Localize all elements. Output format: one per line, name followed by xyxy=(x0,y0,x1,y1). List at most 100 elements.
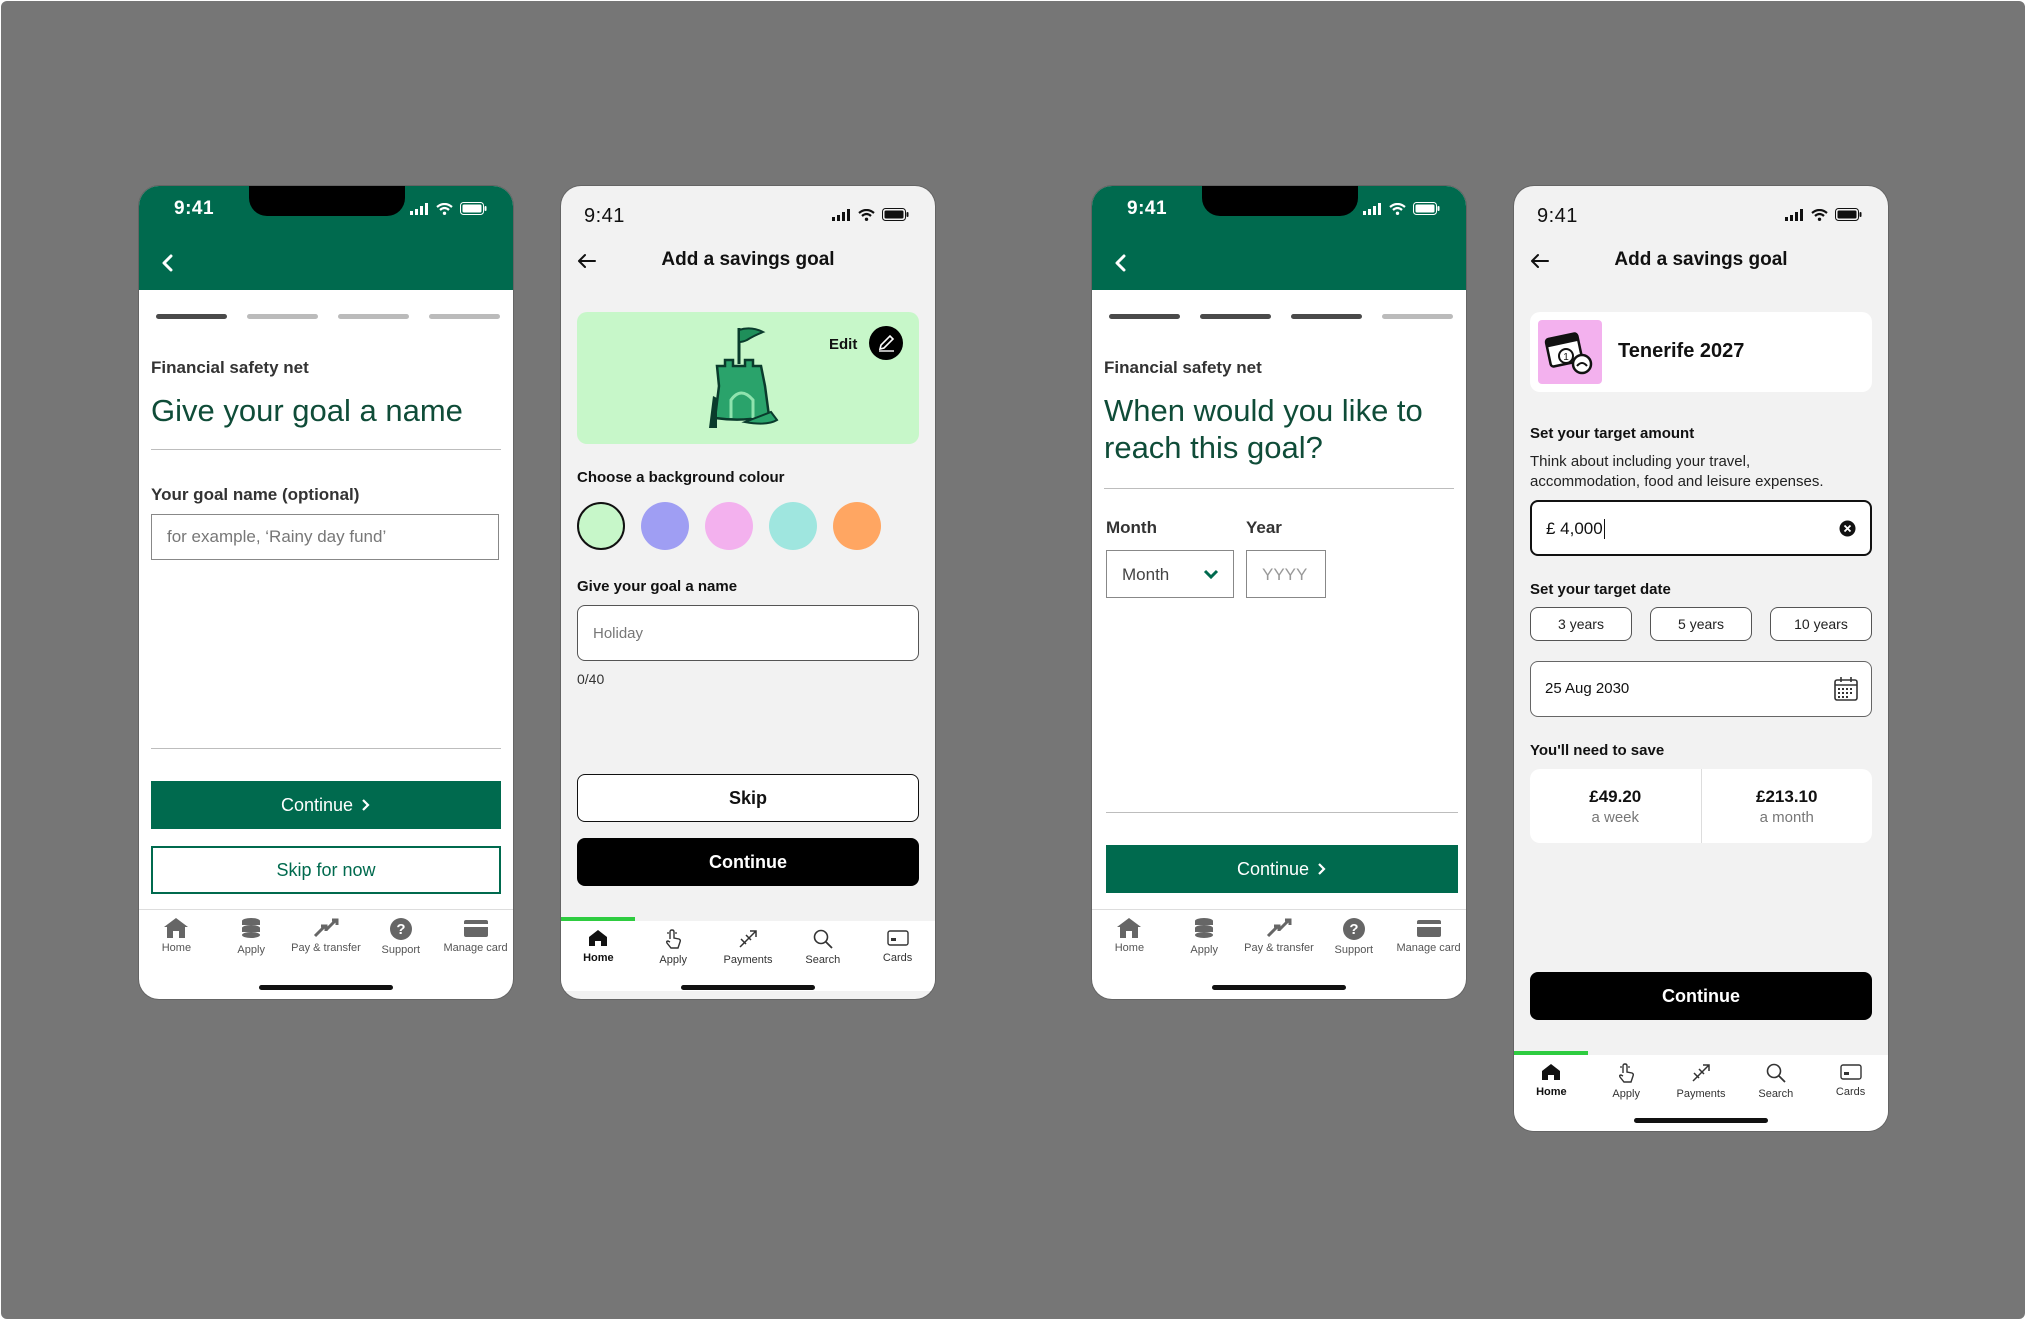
colour-swatch-green[interactable] xyxy=(577,502,625,550)
goal-name-label: Your goal name (optional) xyxy=(151,485,360,504)
goal-name-input[interactable]: Holiday xyxy=(577,605,919,661)
back-chevron-icon[interactable] xyxy=(1106,248,1136,278)
tab-bar: Home Apply Pay & transfer ? Support Mana… xyxy=(1092,909,1466,970)
wifi-icon xyxy=(1811,209,1828,221)
home-indicator xyxy=(681,985,815,990)
edit-pencil-icon[interactable] xyxy=(869,326,903,360)
tab-home[interactable]: Home xyxy=(1092,910,1167,970)
screen-goal-name: 9:41 Financial safety net Give your goal… xyxy=(139,186,513,999)
tab-label: Payments xyxy=(1676,1088,1726,1100)
clear-input-icon[interactable] xyxy=(1839,520,1856,537)
transfer-arrows-icon xyxy=(1266,918,1292,938)
tab-label: Home xyxy=(1536,1086,1567,1098)
weekly-saving: £49.20 a week xyxy=(1530,769,1702,843)
chip-10-years[interactable]: 10 years xyxy=(1770,607,1872,641)
year-input[interactable]: YYYY xyxy=(1246,550,1326,598)
chevron-right-icon xyxy=(362,799,370,811)
target-amount-hint: Think about including your travel, accom… xyxy=(1530,453,1824,490)
choose-colour-label: Choose a background colour xyxy=(577,469,785,486)
colour-swatch-pink[interactable] xyxy=(705,502,753,550)
calendar-icon[interactable] xyxy=(1833,676,1859,702)
target-amount-input[interactable]: £ 4,000 xyxy=(1530,500,1872,556)
battery-icon xyxy=(1413,202,1440,215)
tab-label: Apply xyxy=(659,954,687,966)
colour-swatch-orange[interactable] xyxy=(833,502,881,550)
progress-step xyxy=(1200,314,1271,319)
continue-button[interactable]: Continue xyxy=(1530,972,1872,1020)
goal-illustration-card: Edit xyxy=(577,312,919,444)
continue-button[interactable]: Continue xyxy=(577,838,919,886)
search-icon xyxy=(1766,1063,1786,1083)
wifi-icon xyxy=(436,203,453,215)
target-date-input[interactable]: 25 Aug 2030 xyxy=(1530,661,1872,717)
chip-5-years[interactable]: 5 years xyxy=(1650,607,1752,641)
target-date-label: Set your target date xyxy=(1530,581,1671,598)
svg-text:1: 1 xyxy=(1563,352,1569,363)
divider xyxy=(1104,488,1454,489)
wifi-icon xyxy=(858,209,875,221)
tab-support[interactable]: ? Support xyxy=(363,910,438,970)
goal-name-input[interactable]: for example, ‘Rainy day fund’ xyxy=(151,514,499,560)
tab-label: Manage card xyxy=(443,942,508,954)
screen-goal-date: 9:41 Financial safety net When would you… xyxy=(1092,186,1466,999)
home-indicator xyxy=(1634,1118,1768,1123)
signal-icon xyxy=(1363,203,1381,215)
tab-manage-card[interactable]: Manage card xyxy=(1391,910,1466,970)
tab-payments[interactable]: Payments xyxy=(711,921,786,991)
status-time: 9:41 xyxy=(1537,205,1578,227)
back-chevron-icon[interactable] xyxy=(153,248,183,278)
tab-label: Search xyxy=(1758,1088,1794,1100)
tab-label: Home xyxy=(161,942,192,954)
colour-swatch-purple[interactable] xyxy=(641,502,689,550)
tab-label: Apply xyxy=(237,944,265,956)
tab-pay-transfer[interactable]: Pay & transfer xyxy=(289,910,364,970)
page-title: When would you like to reach this goal? xyxy=(1104,393,1423,465)
edit-label[interactable]: Edit xyxy=(829,336,857,353)
tab-bar: Home Apply Pay & transfer ? Support Mana… xyxy=(139,909,513,970)
home-icon xyxy=(1542,1064,1561,1080)
home-indicator xyxy=(259,985,393,990)
tab-manage-card[interactable]: Manage card xyxy=(438,910,513,970)
target-amount-value: £ 4,000 xyxy=(1546,519,1605,539)
tab-search[interactable]: Search xyxy=(785,921,860,991)
svg-text:?: ? xyxy=(1349,921,1358,938)
tab-home[interactable]: Home xyxy=(1514,1055,1589,1131)
tab-cards[interactable]: Cards xyxy=(860,921,935,991)
tab-pay-transfer[interactable]: Pay & transfer xyxy=(1242,910,1317,970)
tab-home[interactable]: Home xyxy=(139,910,214,970)
progress-step xyxy=(338,314,409,319)
tab-label: Pay & transfer xyxy=(1244,942,1314,954)
skip-button[interactable]: Skip xyxy=(577,774,919,822)
colour-swatch-teal[interactable] xyxy=(769,502,817,550)
target-amount-label: Set your target amount xyxy=(1530,425,1695,442)
tab-home[interactable]: Home xyxy=(561,921,636,991)
continue-button[interactable]: Continue xyxy=(151,781,501,829)
status-bar: 9:41 xyxy=(1514,186,1888,236)
home-icon xyxy=(1117,918,1142,938)
savings-breakdown-card: £49.20 a week £213.10 a month xyxy=(1530,769,1872,843)
skip-for-now-button[interactable]: Skip for now xyxy=(151,846,501,894)
tab-label: Support xyxy=(381,944,421,956)
tab-apply[interactable]: Apply xyxy=(214,910,289,970)
status-time: 9:41 xyxy=(174,198,215,219)
help-circle-icon: ? xyxy=(389,918,412,940)
progress-indicator xyxy=(156,314,500,319)
month-select[interactable]: Month xyxy=(1106,550,1234,598)
goal-name: Tenerife 2027 xyxy=(1618,340,1745,362)
page-title: Give your goal a name xyxy=(151,393,463,428)
tab-apply[interactable]: Apply xyxy=(1167,910,1242,970)
status-bar: 9:41 xyxy=(561,186,935,236)
chip-3-years[interactable]: 3 years xyxy=(1530,607,1632,641)
continue-button[interactable]: Continue xyxy=(1106,845,1458,893)
tab-cards[interactable]: Cards xyxy=(1813,1055,1888,1131)
card-icon xyxy=(463,920,488,937)
tab-apply[interactable]: Apply xyxy=(636,921,711,991)
page-title: Add a savings goal xyxy=(661,249,835,270)
year-label: Year xyxy=(1246,518,1282,537)
tab-support[interactable]: ? Support xyxy=(1316,910,1391,970)
status-bar: 9:41 xyxy=(1092,186,1466,236)
tab-label: Cards xyxy=(1835,1086,1866,1098)
progress-step xyxy=(1382,314,1453,319)
battery-icon xyxy=(1835,208,1862,221)
hand-pointer-icon xyxy=(666,929,682,949)
